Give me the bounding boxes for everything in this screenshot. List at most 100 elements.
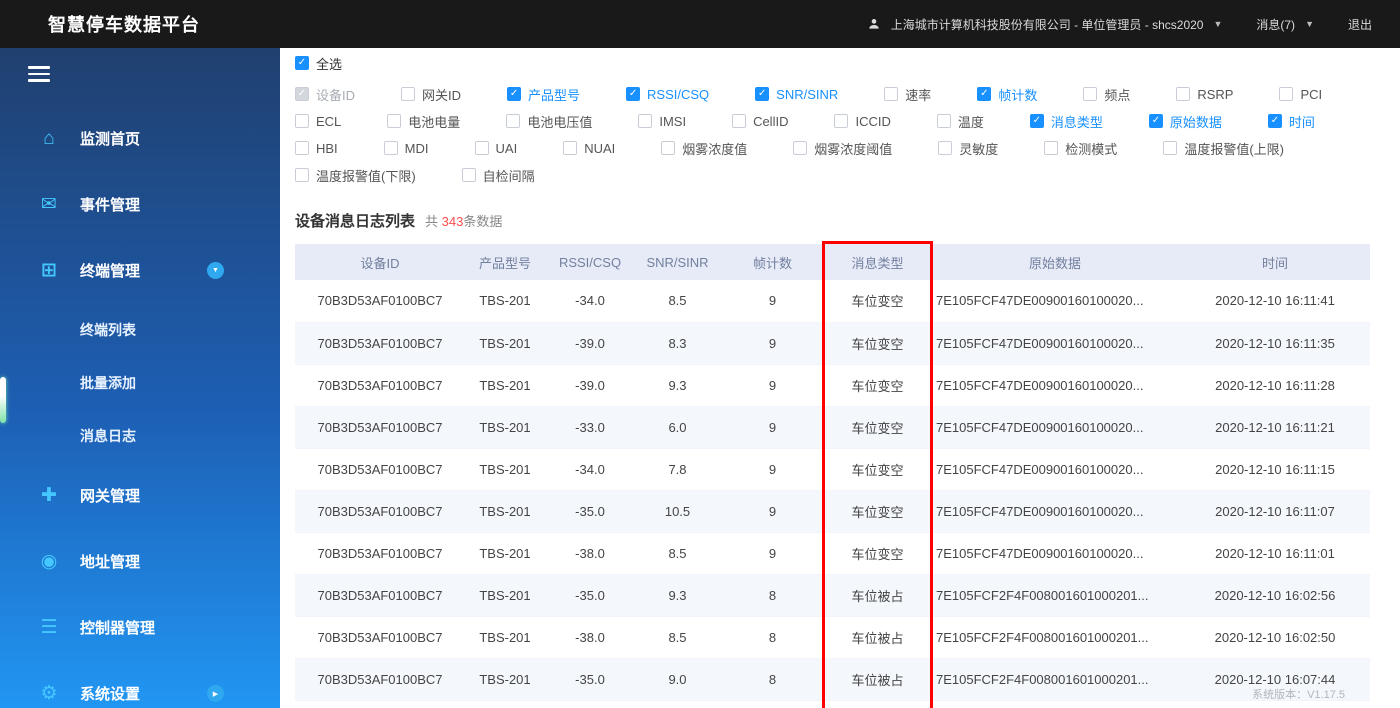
filter-option[interactable]: 温度 bbox=[936, 112, 984, 131]
cell-snr_sinr: 8.5 bbox=[635, 532, 720, 575]
cell-product_model: TBS-201 bbox=[465, 364, 545, 407]
table-row: 70B3D53AF0100BC7 TBS-201 -34.0 7.8 9 车位变空 7E10… bbox=[295, 448, 1370, 491]
filter-option[interactable]: ✓ 帧计数 bbox=[977, 85, 1037, 104]
chevron-down-icon[interactable]: ▼ bbox=[207, 262, 224, 279]
filter-option[interactable]: 烟雾浓度值 bbox=[661, 139, 747, 158]
checkbox[interactable] bbox=[936, 114, 951, 128]
select-all-option[interactable]: ✓ 全选 bbox=[295, 54, 342, 73]
checkbox[interactable]: ✓ bbox=[507, 87, 522, 101]
sidebar-item-gateway[interactable]: ✚ 网关管理 bbox=[0, 463, 280, 529]
checkbox[interactable] bbox=[295, 114, 309, 128]
checkbox[interactable] bbox=[1044, 141, 1059, 155]
filter-option-label: 帧计数 bbox=[998, 87, 1038, 103]
filter-option[interactable]: 自检间隔 bbox=[461, 166, 535, 185]
checkbox[interactable]: ✓ bbox=[1029, 114, 1044, 128]
filter-option[interactable]: ✓ RSSI/CSQ bbox=[626, 87, 709, 102]
filter-option[interactable]: ✓ SNR/SINR bbox=[755, 87, 838, 102]
checkbox[interactable]: ✓ bbox=[1148, 114, 1163, 128]
table-row: 70B3D53AF0100BC7 TBS-201 -35.0 9.3 8 车位被占 7E10… bbox=[295, 574, 1370, 617]
filter-option[interactable]: PCI bbox=[1279, 87, 1322, 102]
sidebar-item-event[interactable]: ✉ 事件管理 bbox=[0, 172, 280, 238]
checkbox[interactable] bbox=[1279, 87, 1294, 101]
filter-option[interactable]: MDI bbox=[383, 141, 429, 156]
chevron-down-icon[interactable]: ▼ bbox=[1213, 19, 1222, 29]
sidebar-subitem[interactable]: 终端列表 bbox=[0, 304, 280, 357]
checkbox[interactable] bbox=[563, 141, 578, 155]
filter-option-label: NUAI bbox=[584, 140, 616, 156]
scrollbar-handle[interactable] bbox=[0, 377, 6, 423]
filter-option[interactable]: HBI bbox=[295, 141, 338, 156]
checkbox[interactable]: ✓ bbox=[295, 56, 309, 70]
cell-frame_count: 8 bbox=[720, 616, 825, 659]
filter-option[interactable]: ✓ 时间 bbox=[1267, 112, 1315, 131]
filter-option[interactable]: UAI bbox=[474, 140, 518, 156]
filter-option-label: 消息类型 bbox=[1050, 114, 1103, 130]
filter-option[interactable]: 灵敏度 bbox=[938, 139, 998, 158]
checkbox[interactable] bbox=[638, 114, 653, 128]
filter-option[interactable]: 速率 bbox=[884, 85, 931, 104]
sidebar-item-label: 系统设置 bbox=[80, 686, 141, 703]
menu-toggle-icon[interactable] bbox=[28, 66, 52, 82]
checkbox[interactable] bbox=[1176, 87, 1191, 101]
checkbox[interactable] bbox=[506, 114, 521, 128]
checkbox[interactable] bbox=[1083, 87, 1098, 101]
checkbox[interactable]: ✓ bbox=[977, 87, 992, 101]
filter-option[interactable]: ✓ 消息类型 bbox=[1029, 112, 1103, 131]
cell-rssi_csq: -34.0 bbox=[545, 448, 635, 491]
checkbox[interactable]: ✓ bbox=[295, 87, 309, 101]
logout-button[interactable]: 退出 bbox=[1348, 16, 1372, 33]
checkbox[interactable]: ✓ bbox=[755, 87, 770, 101]
filter-option[interactable]: 网关ID bbox=[401, 85, 461, 104]
filter-option[interactable]: CellID bbox=[732, 114, 788, 129]
checkbox[interactable]: ✓ bbox=[1267, 114, 1282, 128]
filter-option[interactable]: 频点 bbox=[1083, 85, 1130, 104]
checkbox[interactable]: ✓ bbox=[626, 87, 641, 101]
sidebar-item-settings[interactable]: ⚙ 系统设置 ▶ bbox=[0, 661, 280, 708]
filter-option[interactable]: 电池电压值 bbox=[506, 112, 592, 131]
filter-option[interactable]: 烟雾浓度阈值 bbox=[793, 139, 892, 158]
checkbox[interactable] bbox=[295, 141, 309, 155]
sidebar-item-location[interactable]: ◉ 地址管理 bbox=[0, 529, 280, 595]
filter-option[interactable]: 检测模式 bbox=[1044, 139, 1117, 158]
user-account-menu[interactable]: 上海城市计算机科技股份有限公司 - 单位管理员 - shcs2020 bbox=[891, 16, 1204, 33]
filter-option-label: 原始数据 bbox=[1169, 114, 1222, 130]
filter-option[interactable]: 温度报警值(下限) bbox=[295, 166, 416, 185]
checkbox[interactable] bbox=[793, 141, 808, 155]
checkbox[interactable] bbox=[383, 141, 398, 155]
filter-option[interactable]: ICCID bbox=[834, 114, 891, 129]
checkbox[interactable] bbox=[295, 168, 309, 182]
checkbox[interactable] bbox=[1163, 141, 1178, 155]
checkbox[interactable] bbox=[661, 141, 676, 155]
checkbox[interactable] bbox=[387, 114, 402, 128]
chevron-down-icon[interactable]: ▼ bbox=[1305, 19, 1314, 29]
checkbox[interactable] bbox=[401, 87, 416, 101]
filter-option[interactable]: ✓ 设备ID bbox=[295, 85, 355, 104]
terminal-icon: ⊞ bbox=[41, 260, 57, 281]
cell-product_model: TBS-201 bbox=[465, 448, 545, 491]
sidebar-subitem[interactable]: 消息日志 bbox=[0, 410, 280, 463]
sidebar-item-controller[interactable]: ☰ 控制器管理 bbox=[0, 595, 280, 661]
filter-option[interactable]: ✓ 产品型号 bbox=[507, 85, 580, 104]
messages-menu[interactable]: 消息(7) bbox=[1256, 16, 1295, 33]
cell-frame_count: 9 bbox=[720, 280, 825, 323]
sidebar-item-terminal[interactable]: ⊞ 终端管理 ▼ bbox=[0, 238, 280, 304]
filter-option[interactable]: NUAI bbox=[563, 141, 615, 156]
checkbox[interactable] bbox=[732, 114, 747, 128]
checkbox[interactable] bbox=[938, 141, 953, 155]
checkbox[interactable] bbox=[884, 87, 899, 101]
chevron-right-icon[interactable]: ▶ bbox=[207, 685, 224, 702]
sidebar-item-home[interactable]: ⌂ 监测首页 bbox=[0, 106, 280, 172]
checkbox[interactable] bbox=[474, 141, 489, 155]
filter-option[interactable]: ✓ 原始数据 bbox=[1148, 112, 1222, 131]
filter-option[interactable]: 电池电量 bbox=[387, 112, 460, 131]
cell-msg_type: 车位变空 bbox=[825, 364, 930, 407]
filter-option[interactable]: ECL bbox=[295, 114, 341, 129]
filter-option-label: UAI bbox=[495, 140, 518, 156]
checkbox[interactable] bbox=[461, 168, 476, 182]
checkbox[interactable] bbox=[834, 114, 849, 128]
cell-rssi_csq: -38.0 bbox=[545, 532, 635, 575]
filter-option[interactable]: IMSI bbox=[638, 114, 686, 129]
filter-option[interactable]: RSRP bbox=[1176, 87, 1233, 102]
sidebar-subitem[interactable]: 批量添加 bbox=[0, 357, 280, 410]
filter-option[interactable]: 温度报警值(上限) bbox=[1163, 139, 1284, 158]
